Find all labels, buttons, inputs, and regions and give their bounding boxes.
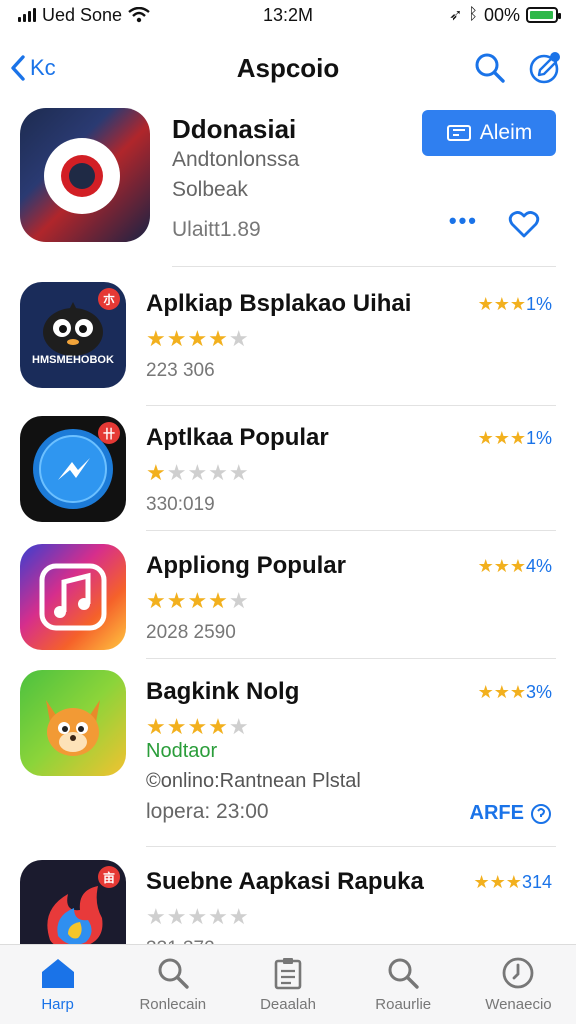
app-name: Aptlkaa Popular <box>146 424 329 451</box>
back-button[interactable]: Kc <box>10 54 56 82</box>
navigation-bar: Kc Aspcoio <box>0 40 576 96</box>
tab-label: Ronlecain <box>139 996 207 1013</box>
status-bar: Ued Sone 13:2M ➶ ᛒ 00% <box>0 0 576 30</box>
tab-label: Deaalah <box>260 996 316 1013</box>
wifi-icon <box>128 7 150 23</box>
divider <box>146 846 556 847</box>
divider <box>172 266 556 267</box>
tab-search[interactable]: Ronlecain <box>115 945 230 1024</box>
install-icon <box>446 125 471 141</box>
star-rating: ★★★★★ <box>146 460 250 485</box>
app-icon <box>20 544 126 650</box>
get-label: ARFE <box>469 802 524 824</box>
list-item[interactable]: Appliong Popular ★★★★★ 2028 2590 ★★★4% <box>20 544 556 654</box>
target-logo-icon <box>44 138 120 214</box>
star-rating: ★★★★★ <box>146 714 250 739</box>
app-icon: HMSMEHOBOK 朩 <box>20 282 126 388</box>
download-count: 2028 2590 <box>146 622 236 643</box>
star-rating: ★★★★★ <box>146 326 250 351</box>
app-name: Appliong Popular <box>146 552 346 579</box>
clock-icon <box>503 957 534 989</box>
battery-percent: 00% <box>483 4 520 25</box>
tab-history[interactable]: Wenaecio <box>461 945 576 1024</box>
rating-summary: ★★★1% <box>477 428 552 448</box>
battery-level <box>530 11 553 19</box>
carrier-label: Ued Sone <box>42 4 123 25</box>
back-label: Kc <box>30 55 56 80</box>
featured-app-icon <box>20 108 150 242</box>
featured-install-button[interactable]: Aleim <box>422 110 556 156</box>
app-icon: 卄 <box>20 416 126 522</box>
list-item[interactable]: Bagkink Nolg ★★★★★ Nodtaor ©onlino:Rantn… <box>20 670 556 840</box>
list-item[interactable]: HMSMEHOBOK 朩 Aplkiap Bsplakao Uihai ★★★★… <box>20 282 556 392</box>
search-icon[interactable] <box>474 52 506 84</box>
status-time: 13:2M <box>262 4 314 25</box>
fox-mascot-icon <box>46 700 100 756</box>
rating-summary: ★★★4% <box>477 556 552 576</box>
notification-badge: 朩 <box>98 288 120 310</box>
developer-label: Nodtaor <box>146 740 218 762</box>
get-button[interactable]: ARFE <box>470 802 552 825</box>
app-icon <box>20 670 126 776</box>
chevron-left-icon <box>11 55 25 81</box>
tab-label: Harp <box>41 996 74 1013</box>
featured-app-meta: Ulaitt1.89 <box>172 218 261 241</box>
music-icon <box>39 563 107 631</box>
status-right: ➶ ᛒ 00% <box>338 4 561 26</box>
divider <box>146 530 556 531</box>
clipboard-icon <box>274 958 302 990</box>
status-left: Ued Sone <box>18 5 238 26</box>
tab-label: Wenaecio <box>485 996 552 1013</box>
star-rating: ★★★★★ <box>146 588 250 613</box>
tab-clipboard[interactable]: Deaalah <box>230 945 345 1024</box>
signal-icon <box>18 8 36 22</box>
featured-app-subtitle: Andtonlonssa <box>172 148 300 171</box>
featured-app-title: Ddonasiai <box>172 114 297 144</box>
list-item[interactable]: 亩 Suebne Aapkasi Rapuka ★★★★★ 331 372 ★★… <box>20 860 556 966</box>
app-name: Suebne Aapkasi Rapuka <box>146 868 424 895</box>
bluetooth-icon: ᛒ <box>468 6 478 23</box>
tab-label: Roaurlie <box>375 996 432 1013</box>
list-item[interactable]: 卄 Aptlkaa Popular ★★★★★ 330:019 ★★★1% <box>20 416 556 526</box>
notification-badge: 亩 <box>98 866 120 888</box>
search-icon <box>388 958 419 989</box>
operating-hours: lopera: 23:00 <box>146 800 269 823</box>
more-options-button[interactable]: ••• <box>449 208 478 234</box>
favorite-icon[interactable] <box>506 206 542 242</box>
divider <box>146 658 556 659</box>
developer-detail: ©onlino:Rantnean Plstal <box>146 770 361 792</box>
rating-summary: ★★★3% <box>477 682 552 702</box>
featured-app-category: Solbeak <box>172 178 248 201</box>
tab-discover[interactable]: Roaurlie <box>346 945 461 1024</box>
featured-app[interactable]: Ddonasiai Andtonlonssa Solbeak Ulaitt1.8… <box>20 108 556 258</box>
edit-icon[interactable] <box>528 51 562 85</box>
notification-badge: 卄 <box>98 422 120 444</box>
app-name: Aplkiap Bsplakao Uihai <box>146 290 412 317</box>
download-count: 223 306 <box>146 360 215 381</box>
nav-actions <box>474 51 562 85</box>
rating-summary: ★★★1% <box>477 294 552 314</box>
search-icon <box>158 958 189 989</box>
star-rating: ★★★★★ <box>146 904 250 929</box>
home-icon <box>41 959 74 988</box>
tab-bar: Harp Ronlecain Deaalah Roaurlie Wenaecio <box>0 944 576 1024</box>
battery-icon <box>526 7 561 23</box>
tab-home[interactable]: Harp <box>0 945 115 1024</box>
rating-summary: ★★★314 <box>473 872 552 892</box>
app-icon-text: HMSMEHOBOK <box>32 354 114 366</box>
app-name: Bagkink Nolg <box>146 678 300 705</box>
help-icon <box>531 803 551 824</box>
download-count: 330:019 <box>146 494 215 515</box>
location-icon: ➶ <box>448 7 463 24</box>
featured-install-label: Aleim <box>479 121 533 144</box>
divider <box>146 405 556 406</box>
